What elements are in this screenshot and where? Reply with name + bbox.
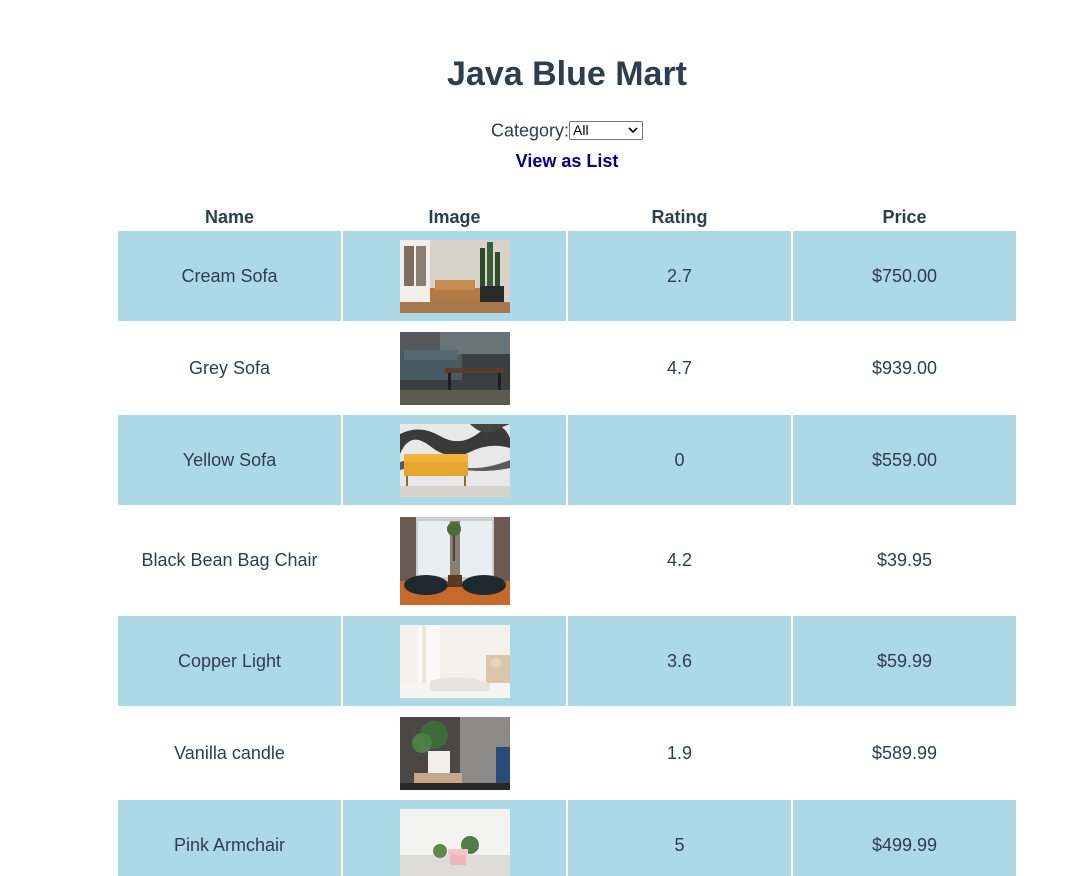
view-toggle: View as List: [0, 150, 1092, 172]
product-name: Cream Sofa: [118, 231, 341, 321]
product-name: Copper Light: [118, 616, 341, 706]
product-name: Black Bean Bag Chair: [118, 507, 341, 614]
page-title: Java Blue Mart: [447, 55, 687, 93]
product-price: $39.95: [793, 507, 1016, 614]
table-row: Copper Light 3.6 $59.99: [118, 616, 1016, 706]
table-row: Vanilla candle 1.9 $589.99: [118, 708, 1016, 798]
table-row: Pink Armchair 5 $499.99: [118, 800, 1016, 876]
table-row: Yellow Sofa 0 $559.00: [118, 415, 1016, 505]
category-select-value: All: [573, 121, 589, 138]
product-name: Vanilla candle: [118, 708, 341, 798]
product-image-cell: [343, 323, 566, 413]
product-image: [399, 624, 510, 698]
product-name: Pink Armchair: [118, 800, 341, 876]
column-header-name: Name: [204, 207, 255, 227]
product-rating: 3.6: [568, 616, 791, 706]
table-row: Cream Sofa 2.7 $750.00: [118, 231, 1016, 321]
column-header-image: Image: [428, 207, 481, 227]
product-rating: 1.9: [568, 708, 791, 798]
product-price: $59.99: [793, 616, 1016, 706]
category-select[interactable]: All: [569, 120, 644, 140]
product-image-cell: [343, 507, 566, 614]
product-image: [399, 239, 510, 313]
product-image: [399, 808, 510, 876]
product-image: [399, 716, 510, 790]
product-rating: 0: [568, 415, 791, 505]
table-header-row: Name Image Rating Price: [118, 206, 1016, 229]
table-row: Black Bean Bag Chair 4.2 $39.95: [118, 507, 1016, 614]
product-rating: 2.7: [568, 231, 791, 321]
product-rating: 4.7: [568, 323, 791, 413]
product-name: Grey Sofa: [118, 323, 341, 413]
product-image-cell: [343, 616, 566, 706]
product-name: Yellow Sofa: [118, 415, 341, 505]
product-image: [399, 423, 510, 497]
product-rating: 5: [568, 800, 791, 876]
product-image-cell: [343, 708, 566, 798]
category-label: Category:: [490, 120, 570, 141]
product-rating: 4.2: [568, 507, 791, 614]
product-image-cell: [343, 231, 566, 321]
product-price: $750.00: [793, 231, 1016, 321]
column-header-price: Price: [882, 207, 927, 227]
column-header-rating: Rating: [651, 207, 708, 227]
product-price: $939.00: [793, 323, 1016, 413]
view-as-list-link[interactable]: View as List: [516, 151, 619, 171]
product-price: $559.00: [793, 415, 1016, 505]
product-image: [399, 331, 510, 405]
product-image: [399, 516, 510, 605]
product-image-cell: [343, 800, 566, 876]
product-price: $589.99: [793, 708, 1016, 798]
chevron-down-icon: [628, 127, 638, 133]
table-row: Grey Sofa 4.7 $939.00: [118, 323, 1016, 413]
product-table: Name Image Rating Price Cream Sofa 2.7 $…: [116, 204, 1018, 876]
category-filter: Category: All: [0, 118, 1092, 141]
product-image-cell: [343, 415, 566, 505]
page: Java Blue Mart Category: All View as List…: [0, 0, 1092, 876]
product-price: $499.99: [793, 800, 1016, 876]
